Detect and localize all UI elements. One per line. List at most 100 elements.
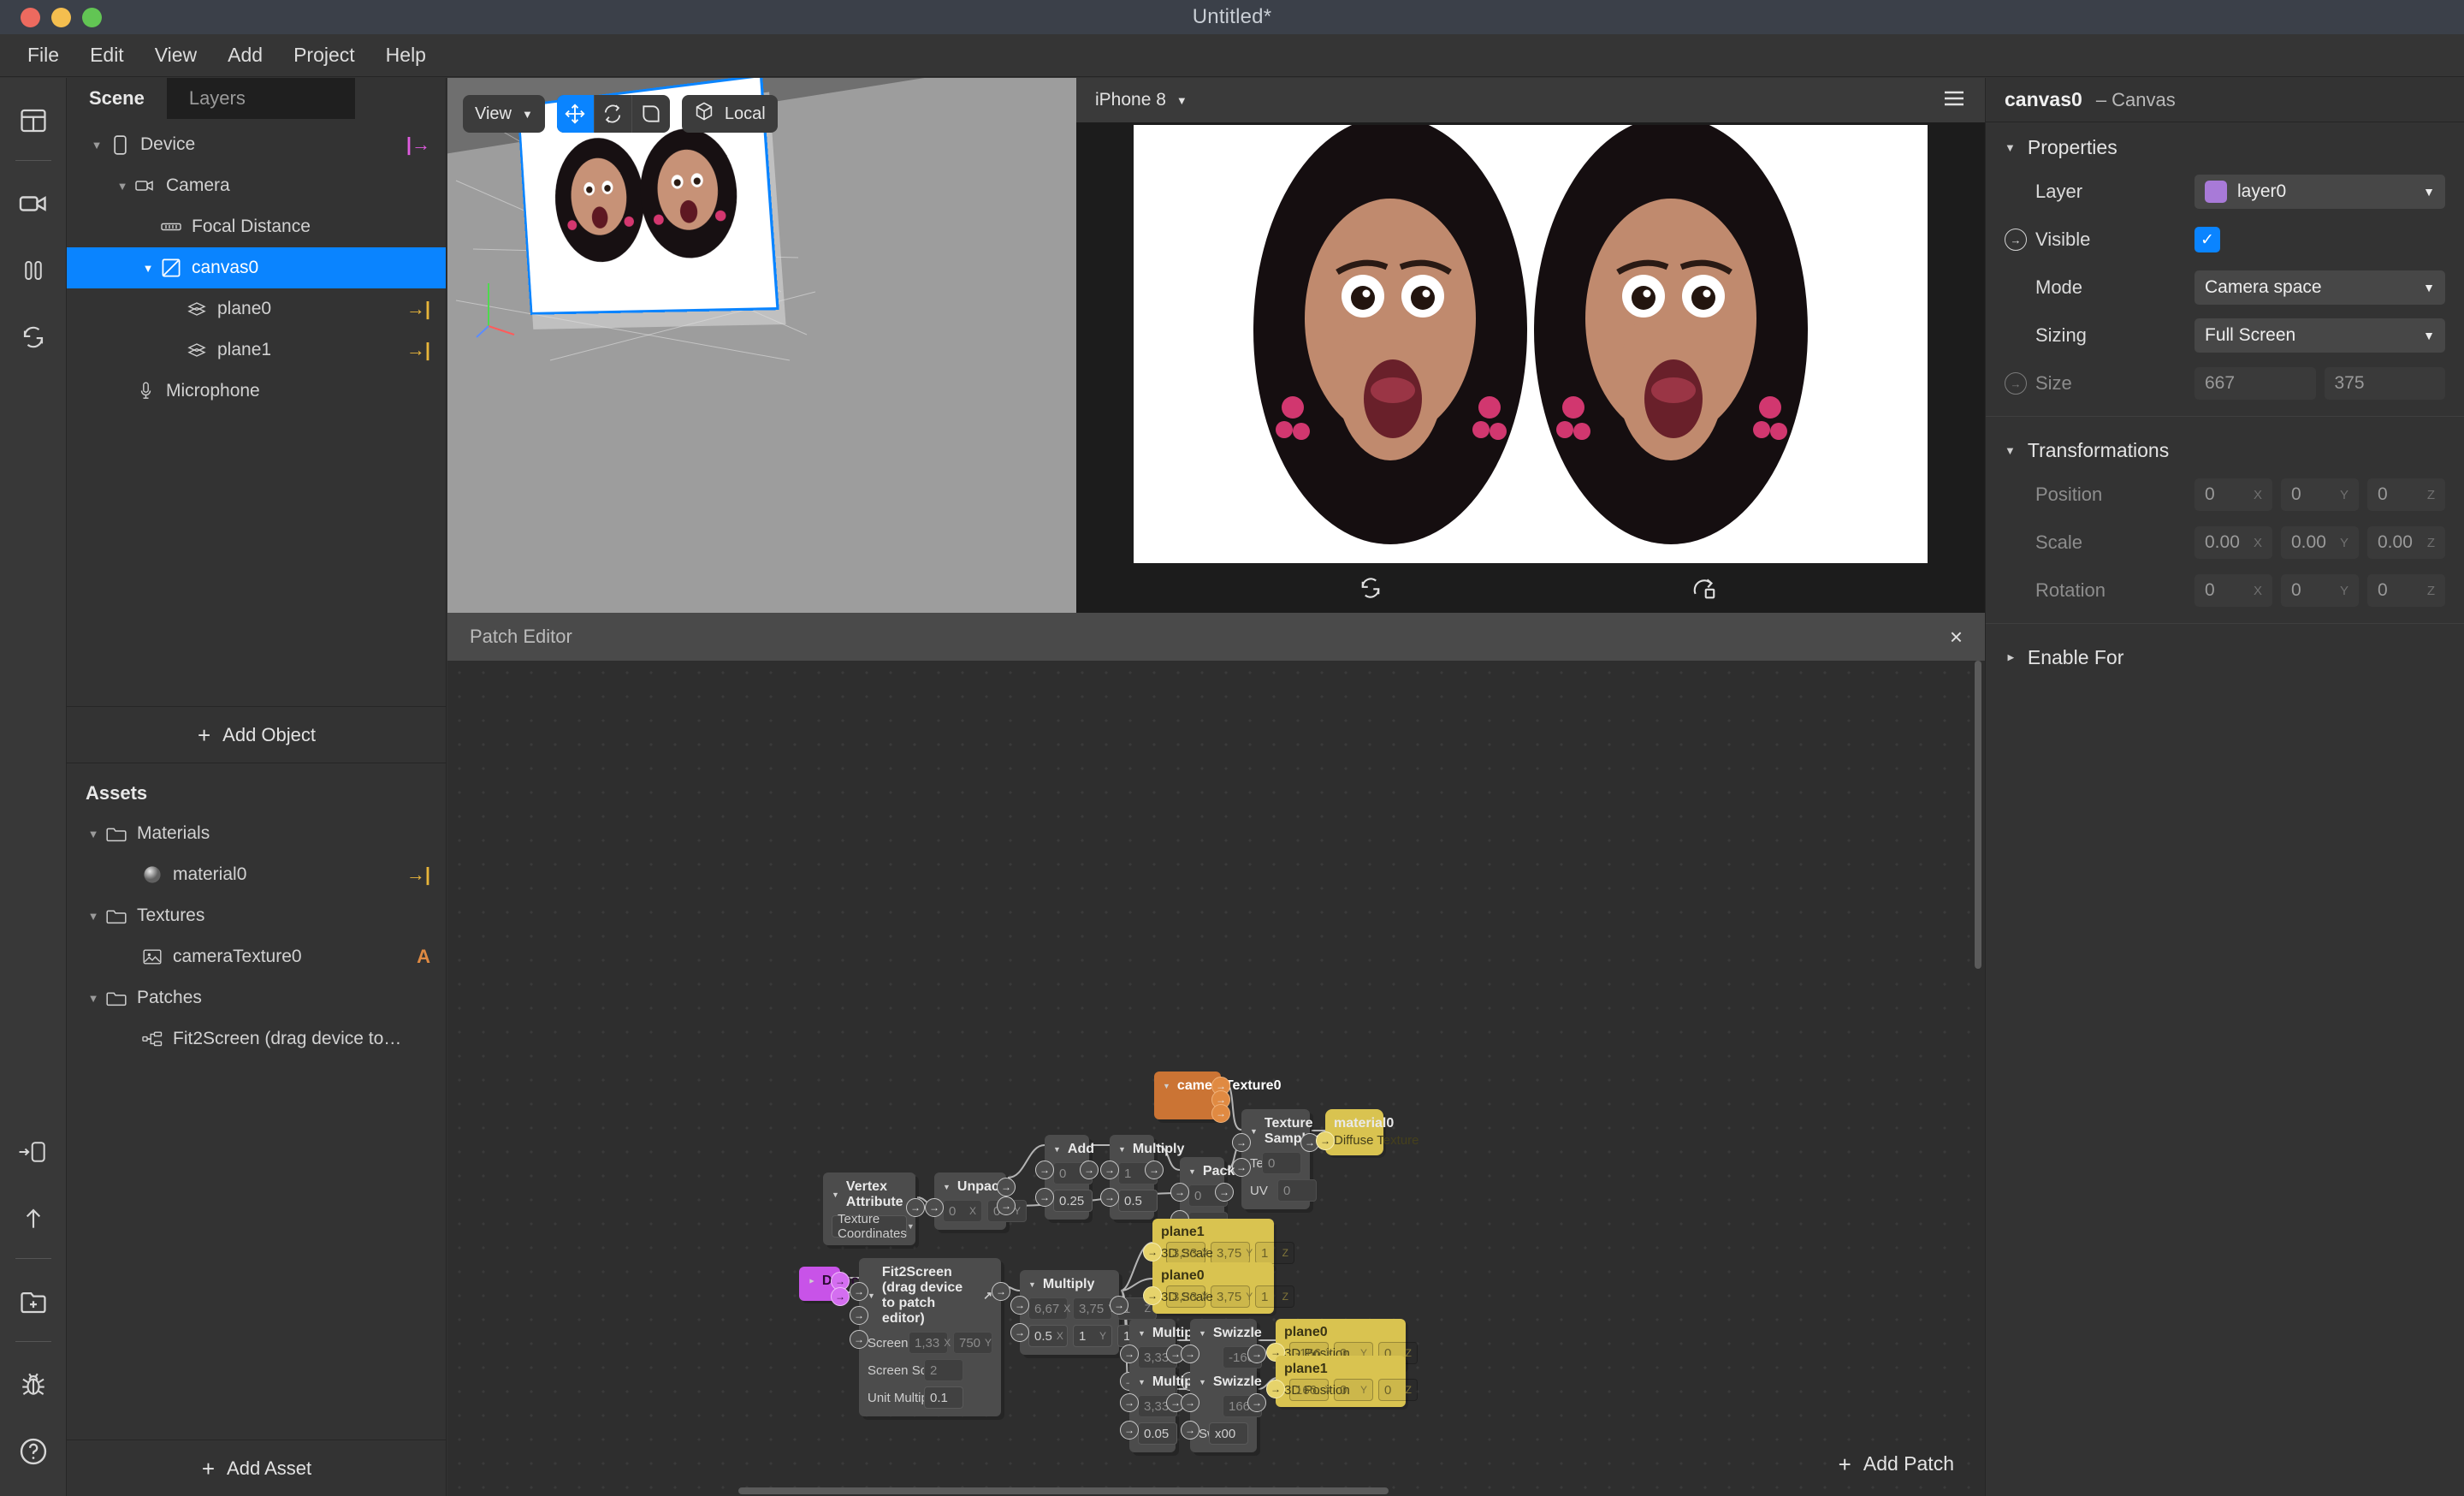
chevron-down-icon[interactable]: ▼ (1053, 1145, 1061, 1154)
tab-layers[interactable]: Layers (166, 78, 355, 119)
position-y-input[interactable]: 0 Y (2281, 478, 2359, 511)
output-port[interactable]: → (1145, 1161, 1164, 1179)
help-icon[interactable] (9, 1428, 57, 1475)
add-patch-button[interactable]: + Add Patch (1839, 1452, 1954, 1475)
patch-node-texture-sampler[interactable]: ▼ Texture Sampler Texture 0 UV 0 → → → (1232, 1109, 1319, 1209)
rotation-x-input[interactable]: 0 X (2194, 574, 2272, 607)
input-port[interactable]: → (850, 1306, 868, 1325)
input-port[interactable]: → (1232, 1158, 1251, 1177)
import-device-icon[interactable] (9, 1128, 57, 1176)
sidebar-item-focal-distance[interactable]: Focal Distance (67, 206, 446, 247)
input-port[interactable]: → (1010, 1323, 1029, 1342)
field-value[interactable]: 0.05 (1138, 1422, 1177, 1445)
field-value-y[interactable]: 3,75 Y (1073, 1297, 1115, 1320)
patch-node-multiply-pos[interactable]: ▼ Multiply 3,335 0.05 → → → (1120, 1368, 1204, 1452)
chevron-down-icon[interactable]: ▼ (2005, 141, 2016, 154)
field-value-y[interactable]: 3,75 Y (1211, 1285, 1253, 1308)
patch-node-multiply-uv[interactable]: ▼ Multiply 1 0.5 → → → (1100, 1135, 1184, 1220)
input-port[interactable]: → (1100, 1161, 1119, 1179)
input-port[interactable]: → (1035, 1188, 1054, 1207)
menu-file[interactable]: File (12, 40, 74, 70)
device-selector[interactable]: iPhone 8 ▼ (1095, 90, 1188, 110)
chevron-down-icon[interactable]: ▼ (1250, 1127, 1258, 1136)
assets-item-patches[interactable]: ▼ Patches (67, 977, 446, 1018)
menu-add[interactable]: Add (212, 40, 278, 70)
move-tool-button[interactable] (556, 95, 595, 133)
field-value[interactable]: 0.25 (1053, 1190, 1093, 1212)
sidebar-item-plane0[interactable]: plane0 →| (67, 288, 446, 329)
sidebar-item-device[interactable]: ▼ Device |→ (67, 124, 446, 165)
position-z-input[interactable]: 0 Z (2367, 478, 2445, 511)
menu-view[interactable]: View (139, 40, 212, 70)
chevron-down-icon[interactable]: ▼ (1118, 1145, 1126, 1154)
section-properties[interactable]: ▼ Properties (1986, 122, 2464, 168)
patch-editor-scrollbar-vertical[interactable] (1975, 661, 1981, 969)
assets-item-fit2screen[interactable]: Fit2Screen (drag device to… (67, 1018, 446, 1060)
output-port[interactable]: → (992, 1282, 1010, 1301)
plane1-link-badge[interactable]: →| (406, 339, 430, 361)
layer-select[interactable]: layer0 ▼ (2194, 175, 2445, 209)
patch-editor-scrollbar-horizontal[interactable] (738, 1487, 1389, 1494)
chevron-down-icon[interactable]: ▼ (84, 988, 103, 1007)
sidebar-item-camera[interactable]: ▼ Camera (67, 165, 446, 206)
input-port[interactable]: → (1010, 1296, 1029, 1315)
field-value-x[interactable]: 6,67 X (1028, 1297, 1070, 1320)
chevron-down-icon[interactable]: ▼ (2005, 444, 2016, 457)
chevron-down-icon[interactable]: ▼ (1199, 1378, 1206, 1386)
field-value-x[interactable]: 0.5 X (1028, 1325, 1068, 1347)
chevron-down-icon[interactable]: ▼ (87, 135, 106, 154)
sizing-select[interactable]: Full Screen ▼ (2194, 318, 2445, 353)
device-link-badge[interactable]: |→ (406, 134, 430, 156)
input-port[interactable]: → (1143, 1243, 1162, 1262)
animate-icon[interactable]: → (2005, 372, 2027, 395)
chevron-down-icon[interactable]: ▼ (84, 906, 103, 925)
output-port[interactable]: → (1247, 1393, 1266, 1412)
scale-x-input[interactable]: 0.00 X (2194, 526, 2272, 559)
viewport-3d[interactable]: View ▼ Local (447, 78, 1076, 613)
output-port[interactable]: → (1080, 1161, 1099, 1179)
patch-node-fit2screen[interactable]: ▼ Fit2Screen (drag device to patch edito… (850, 1258, 1010, 1416)
size-width-input[interactable]: 667 (2194, 367, 2316, 400)
input-port[interactable]: → (1035, 1161, 1054, 1179)
section-transformations[interactable]: ▼ Transformations (1986, 425, 2464, 471)
preview-canvas[interactable] (1134, 125, 1928, 563)
output-port[interactable]: → (831, 1287, 850, 1306)
patch-node-unpack[interactable]: ▼ Unpack 0 X 0 Y → → → (925, 1172, 1027, 1230)
add-object-button[interactable]: + Add Object (67, 706, 447, 763)
input-port[interactable]: → (850, 1330, 868, 1349)
input-port[interactable]: → (1120, 1421, 1139, 1440)
chevron-right-icon[interactable]: ▼ (2004, 652, 2017, 663)
upload-arrow-icon[interactable] (9, 1195, 57, 1243)
field-value-x[interactable]: 0 X (943, 1200, 982, 1222)
chevron-down-icon[interactable]: ▼ (84, 824, 103, 843)
animate-icon[interactable]: → (2005, 229, 2027, 251)
camera-icon[interactable] (9, 180, 57, 228)
field-value[interactable]: 2 (924, 1359, 963, 1381)
input-port[interactable]: → (1100, 1188, 1119, 1207)
chevron-down-icon[interactable]: ▼ (832, 1190, 839, 1199)
patch-node-device[interactable]: ▼ Device → → (799, 1267, 867, 1306)
scale-tool-button[interactable] (632, 95, 670, 133)
coordinate-space-button[interactable]: Local (681, 95, 778, 133)
field-value-x[interactable]: 3,33 X (1166, 1285, 1208, 1308)
field-value-z[interactable]: 0 Z (1378, 1379, 1418, 1401)
pause-icon[interactable] (9, 246, 57, 294)
reset-icon[interactable] (1357, 575, 1384, 601)
patch-node-add[interactable]: ▼ Add 0 0.25 → → → (1035, 1135, 1099, 1220)
add-asset-button[interactable]: + Add Asset (67, 1440, 447, 1496)
field-value-z[interactable]: 1 Z (1255, 1285, 1294, 1308)
material0-link-badge[interactable]: →| (406, 864, 430, 886)
input-port[interactable]: → (925, 1198, 944, 1217)
field-value[interactable]: 0 (1277, 1179, 1317, 1202)
patch-node-swizzle-pos[interactable]: ▼ Swizzle 166.7 Swizzle x00 → → → (1181, 1368, 1266, 1452)
vertex-attribute-select[interactable]: Texture Coordinates ▼ (832, 1212, 915, 1241)
output-port[interactable]: → (906, 1198, 925, 1217)
chevron-down-icon[interactable]: ▼ (113, 176, 132, 195)
chevron-right-icon[interactable]: ▼ (807, 1278, 815, 1285)
field-value-x[interactable]: 166. X (1289, 1379, 1331, 1401)
menu-edit[interactable]: Edit (74, 40, 139, 70)
section-enable-for[interactable]: ▼ Enable For (1986, 632, 2464, 678)
sidebar-item-microphone[interactable]: Microphone (67, 371, 446, 412)
field-value[interactable]: 0 (1262, 1152, 1301, 1174)
input-port[interactable]: → (1120, 1345, 1139, 1363)
